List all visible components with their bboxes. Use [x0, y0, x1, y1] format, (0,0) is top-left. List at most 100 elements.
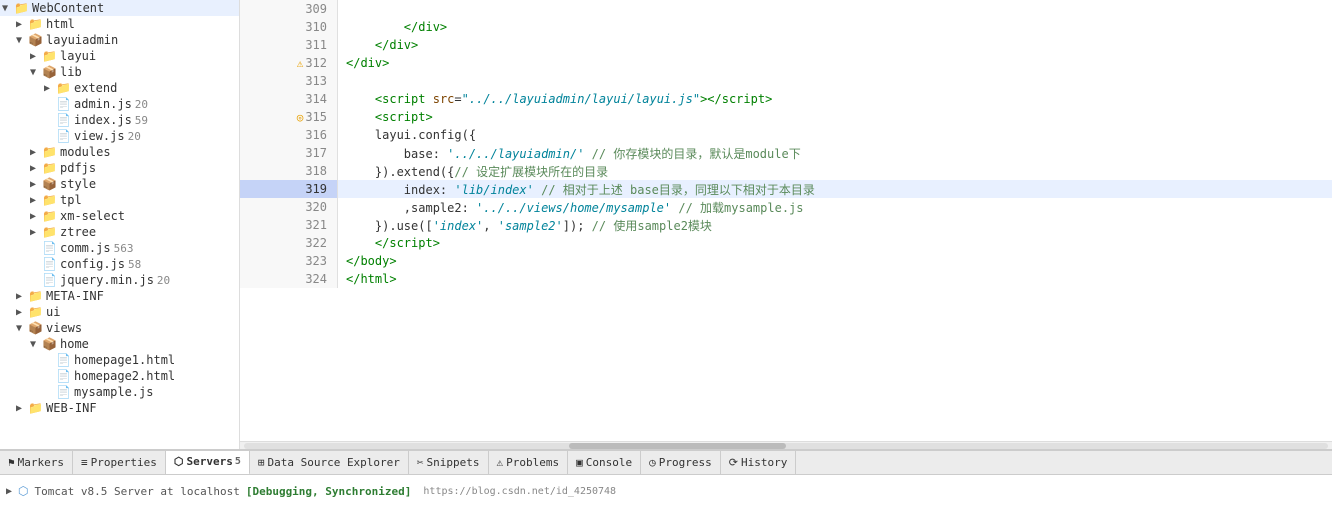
bottom-tab-markers[interactable]: ⚑Markers [0, 451, 73, 475]
tree-label: extend [74, 81, 117, 95]
tree-item-admin.js[interactable]: 📄admin.js20 [0, 96, 239, 112]
progress-tab-label: Progress [659, 456, 712, 469]
line-content: base: '../../layuiadmin/' // 你存模块的目录，默认是… [338, 144, 1332, 162]
tree-item-layui[interactable]: ▶📁layui [0, 48, 239, 64]
tree-item-pdfjs[interactable]: ▶📁pdfjs [0, 160, 239, 176]
tree-label: mysample.js [74, 385, 153, 399]
tree-arrow: ▶ [30, 179, 42, 190]
tree-item-ztree[interactable]: ▶📁ztree [0, 224, 239, 240]
tree-label: index.js [74, 113, 132, 127]
tree-label: jquery.min.js [60, 273, 154, 287]
tree-label: views [46, 321, 82, 335]
tree-icon: 📁 [56, 81, 72, 95]
tree-badge: 20 [135, 98, 148, 111]
tree-item-modules[interactable]: ▶📁modules [0, 144, 239, 160]
tree-label: layuiadmin [46, 33, 118, 47]
line-number: 313 [240, 72, 338, 90]
tree-icon: 📄 [42, 257, 58, 271]
bottom-tab-console[interactable]: ▣Console [568, 451, 641, 475]
tree-label: WEB-INF [46, 401, 97, 415]
history-tab-label: History [741, 456, 787, 469]
bottom-tab-progress[interactable]: ◷Progress [641, 451, 721, 475]
tree-arrow: ▶ [30, 227, 42, 238]
tree-badge: 58 [128, 258, 141, 271]
tree-item-ui[interactable]: ▶📁ui [0, 304, 239, 320]
tree-arrow: ▶ [30, 195, 42, 206]
tree-label: view.js [74, 129, 125, 143]
bottom-tab-datasource[interactable]: ⊞Data Source Explorer [250, 451, 409, 475]
tree-item-comm.js[interactable]: 📄comm.js563 [0, 240, 239, 256]
expand-arrow[interactable]: ▶ [6, 486, 12, 497]
tree-icon: 📄 [56, 385, 72, 399]
tree-badge: 20 [128, 130, 141, 143]
bottom-tab-snippets[interactable]: ✂Snippets [409, 451, 489, 475]
tree-item-style[interactable]: ▶📦style [0, 176, 239, 192]
tree-icon: 📁 [28, 305, 44, 319]
bottom-tab-servers[interactable]: ⬡Servers5 [166, 451, 250, 475]
line-content: </body> [338, 252, 1332, 270]
tree-item-WEB-INF[interactable]: ▶📁WEB-INF [0, 400, 239, 416]
line-number: 318 [240, 162, 338, 180]
line-number: ◎315 [240, 108, 338, 126]
tree-item-views[interactable]: ▼📦views [0, 320, 239, 336]
tree-label: WebContent [32, 1, 104, 15]
code-line: 314 <script src="../../layuiadmin/layui/… [240, 90, 1332, 108]
tree-badge: 563 [114, 242, 134, 255]
tree-label: lib [60, 65, 82, 79]
tree-item-META-INF[interactable]: ▶📁META-INF [0, 288, 239, 304]
tree-badge: 59 [135, 114, 148, 127]
tree-item-html[interactable]: ▶📁html [0, 16, 239, 32]
line-number: 323 [240, 252, 338, 270]
tree-item-home[interactable]: ▼📦home [0, 336, 239, 352]
tree-label: ztree [60, 225, 96, 239]
horizontal-scrollbar[interactable] [240, 441, 1332, 449]
line-number: 309 [240, 0, 338, 18]
tree-arrow: ▶ [16, 307, 28, 318]
tree-arrow: ▶ [30, 211, 42, 222]
line-number: 319 [240, 180, 338, 198]
line-content: <script src="../../layuiadmin/layui/layu… [338, 90, 1332, 108]
line-content: }).extend({// 设定扩展模块所在的目录 [338, 162, 1332, 180]
tree-item-homepage1.html[interactable]: 📄homepage1.html [0, 352, 239, 368]
tree-label: xm-select [60, 209, 125, 223]
tree-label: pdfjs [60, 161, 96, 175]
tree-item-jquery.min.js[interactable]: 📄jquery.min.js20 [0, 272, 239, 288]
code-line: 310 </div> [240, 18, 1332, 36]
tree-item-view.js[interactable]: 📄view.js20 [0, 128, 239, 144]
line-number: 320 [240, 198, 338, 216]
line-content: </script> [338, 234, 1332, 252]
tree-label: comm.js [60, 241, 111, 255]
line-content: <script> [338, 108, 1332, 126]
markers-tab-icon: ⚑ [8, 456, 15, 469]
tree-arrow: ▼ [30, 339, 42, 350]
tree-item-lib[interactable]: ▼📦lib [0, 64, 239, 80]
tree-arrow: ▶ [30, 51, 42, 62]
tree-item-homepage2.html[interactable]: 📄homepage2.html [0, 368, 239, 384]
tree-item-xm-select[interactable]: ▶📁xm-select [0, 208, 239, 224]
line-content: </html> [338, 270, 1332, 288]
tree-item-config.js[interactable]: 📄config.js58 [0, 256, 239, 272]
problems-tab-label: Problems [506, 456, 559, 469]
tree-item-layuiadmin[interactable]: ▼📦layuiadmin [0, 32, 239, 48]
line-content [338, 72, 1332, 90]
code-line: 322 </script> [240, 234, 1332, 252]
tree-label: config.js [60, 257, 125, 271]
line-content [338, 0, 1332, 18]
tree-item-webcontent[interactable]: ▼📁WebContent [0, 0, 239, 16]
server-url: https://blog.csdn.net/id_4250748 [423, 486, 616, 497]
code-line: 320 ,sample2: '../../views/home/mysample… [240, 198, 1332, 216]
tree-item-extend[interactable]: ▶📁extend [0, 80, 239, 96]
code-line: 316 layui.config({ [240, 126, 1332, 144]
bottom-tab-problems[interactable]: ⚠Problems [489, 451, 569, 475]
bottom-tabs: ⚑Markers≡Properties⬡Servers5⊞Data Source… [0, 451, 1332, 475]
servers-tab-badge: 5 [235, 456, 241, 467]
bottom-tab-properties[interactable]: ≡Properties [73, 451, 166, 475]
tree-item-index.js[interactable]: 📄index.js59 [0, 112, 239, 128]
line-number: 311 [240, 36, 338, 54]
tree-item-tpl[interactable]: ▶📁tpl [0, 192, 239, 208]
tree-label: layui [60, 49, 96, 63]
bottom-tab-history[interactable]: ⟳History [721, 451, 797, 475]
tree-icon: 📁 [42, 161, 58, 175]
tree-item-mysample.js[interactable]: 📄mysample.js [0, 384, 239, 400]
tree-label: homepage2.html [74, 369, 175, 383]
